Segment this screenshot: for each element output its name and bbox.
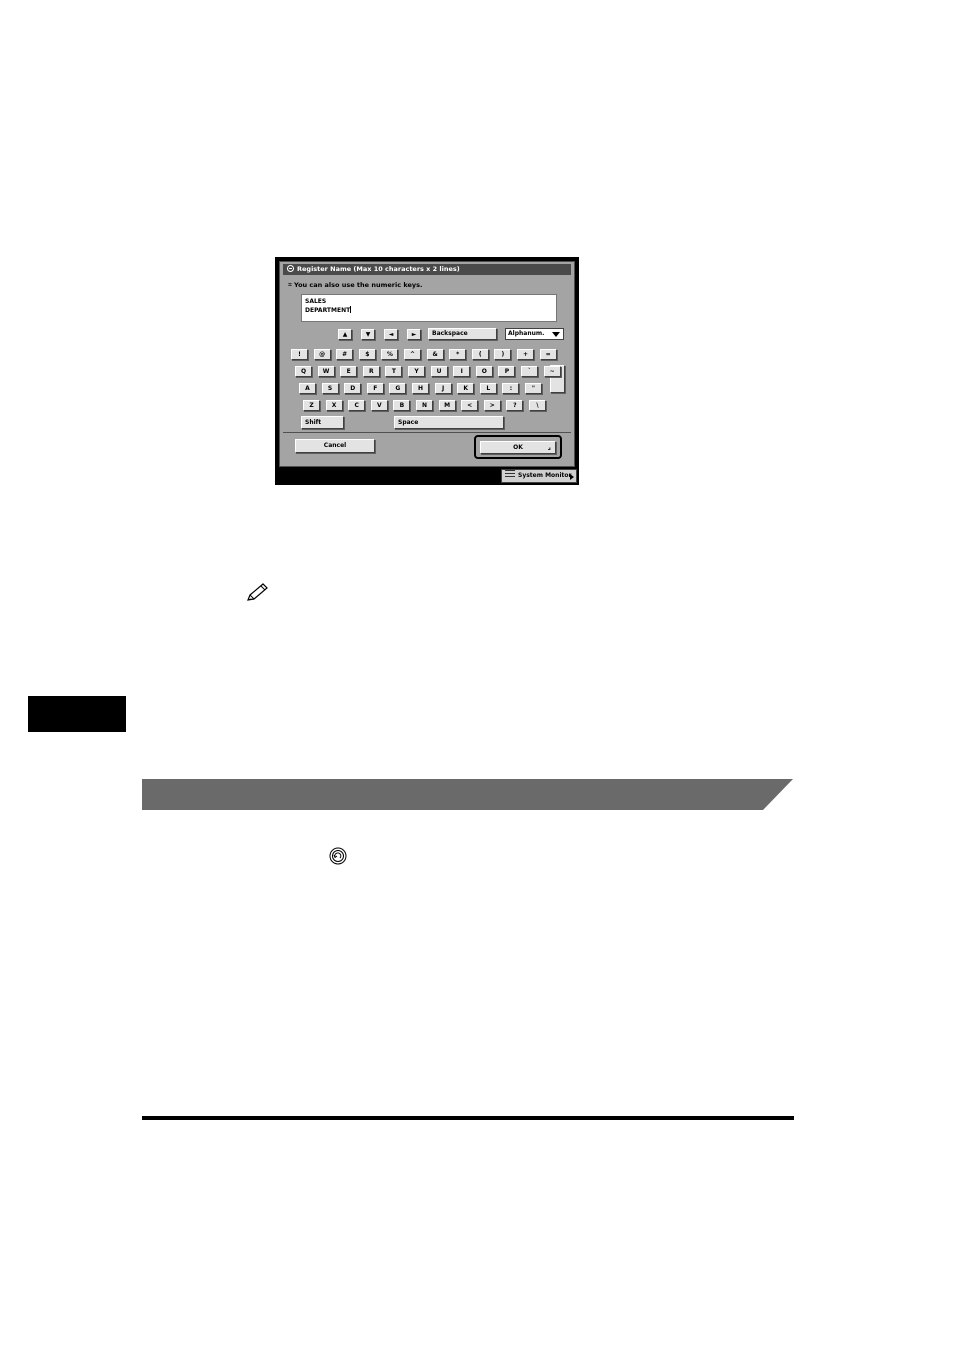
- cursor-right-button[interactable]: ►: [407, 329, 421, 340]
- hint-text: ⌗ You can also use the numeric keys.: [288, 281, 422, 290]
- key-0-8[interactable]: (: [471, 349, 489, 360]
- register-name-dialog: Register Name (Max 10 characters x 2 lin…: [279, 261, 575, 467]
- key-1-11[interactable]: ~: [543, 366, 561, 377]
- space-button[interactable]: Space: [394, 416, 504, 429]
- key-0-4[interactable]: %: [381, 349, 399, 360]
- key-0-0[interactable]: !: [291, 349, 308, 360]
- register-icon: [287, 265, 294, 272]
- key-3-6[interactable]: M: [438, 400, 456, 411]
- name-line-2: DEPARTMENT: [305, 306, 553, 315]
- key-3-3[interactable]: V: [370, 400, 388, 411]
- input-mode-value: Alphanum.: [508, 330, 545, 337]
- key-1-4[interactable]: T: [385, 366, 403, 377]
- shift-button[interactable]: Shift: [301, 416, 344, 429]
- key-1-1[interactable]: W: [317, 366, 335, 377]
- key-2-1[interactable]: S: [321, 383, 339, 394]
- ok-label: OK: [513, 444, 523, 451]
- monitor-lines-icon: [505, 470, 515, 477]
- ok-button-highlight: OK ⌟: [474, 435, 562, 459]
- key-2-4[interactable]: G: [389, 383, 407, 394]
- key-0-6[interactable]: &: [426, 349, 444, 360]
- ok-button[interactable]: OK ⌟: [480, 441, 556, 454]
- key-3-1[interactable]: X: [325, 400, 343, 411]
- key-0-2[interactable]: #: [336, 349, 354, 360]
- cursor-left-button[interactable]: ◄: [384, 329, 398, 340]
- chapter-side-tab: [28, 696, 126, 732]
- key-2-2[interactable]: D: [344, 383, 362, 394]
- input-mode-select[interactable]: Alphanum.: [505, 328, 564, 340]
- pencil-note-icon: [247, 583, 268, 601]
- cancel-button[interactable]: Cancel: [295, 439, 375, 453]
- key-1-5[interactable]: Y: [408, 366, 425, 377]
- key-2-3[interactable]: F: [366, 383, 384, 394]
- key-0-10[interactable]: +: [517, 349, 534, 360]
- hint-label: You can also use the numeric keys.: [293, 281, 423, 289]
- key-1-9[interactable]: P: [498, 366, 516, 377]
- chevron-right-icon: [570, 474, 574, 480]
- key-1-0[interactable]: Q: [295, 366, 312, 377]
- key-2-9[interactable]: :: [502, 383, 520, 394]
- key-0-9[interactable]: ): [494, 349, 512, 360]
- key-0-5[interactable]: ^: [404, 349, 421, 360]
- system-monitor-button[interactable]: System Monitor: [501, 469, 577, 483]
- key-3-2[interactable]: C: [348, 400, 366, 411]
- backspace-button[interactable]: Backspace: [428, 328, 497, 340]
- device-screen: Register Name (Max 10 characters x 2 lin…: [275, 257, 579, 485]
- key-3-9[interactable]: ?: [506, 400, 524, 411]
- key-3-7[interactable]: <: [461, 400, 479, 411]
- key-2-5[interactable]: H: [412, 383, 429, 394]
- key-1-7[interactable]: I: [453, 366, 471, 377]
- key-2-7[interactable]: K: [457, 383, 475, 394]
- section-end-rule: [142, 1116, 794, 1120]
- reset-key-icon: [329, 847, 347, 865]
- cursor-up-button[interactable]: ▲: [338, 329, 352, 340]
- key-2-0[interactable]: A: [299, 383, 316, 394]
- key-1-10[interactable]: `: [521, 366, 538, 377]
- key-1-8[interactable]: O: [475, 366, 493, 377]
- dialog-title-bar: Register Name (Max 10 characters x 2 lin…: [283, 264, 571, 275]
- key-3-4[interactable]: B: [393, 400, 411, 411]
- key-2-8[interactable]: L: [479, 383, 497, 394]
- key-1-2[interactable]: E: [340, 366, 358, 377]
- text-caret: [350, 306, 352, 313]
- key-0-11[interactable]: =: [539, 349, 557, 360]
- key-1-3[interactable]: R: [362, 366, 380, 377]
- key-1-6[interactable]: U: [430, 366, 448, 377]
- key-3-10[interactable]: \: [529, 400, 546, 411]
- name-line-2-text: DEPARTMENT: [305, 307, 351, 314]
- cursor-down-button[interactable]: ▼: [361, 329, 375, 340]
- key-0-3[interactable]: $: [358, 349, 376, 360]
- key-0-7[interactable]: *: [449, 349, 467, 360]
- section-heading-band: [142, 779, 793, 810]
- key-2-6[interactable]: J: [434, 383, 452, 394]
- key-2-10[interactable]: ": [525, 383, 542, 394]
- dialog-title: Register Name (Max 10 characters x 2 lin…: [297, 265, 460, 273]
- chevron-down-icon: [552, 332, 560, 337]
- key-3-5[interactable]: N: [416, 400, 433, 411]
- key-3-8[interactable]: >: [483, 400, 501, 411]
- key-0-1[interactable]: @: [313, 349, 331, 360]
- return-icon: ⌟: [547, 443, 551, 451]
- system-monitor-label: System Monitor: [518, 472, 572, 479]
- name-line-1: SALES: [305, 298, 327, 305]
- name-input[interactable]: SALES DEPARTMENT: [301, 294, 557, 322]
- numeric-keys-icon: ⌗: [288, 281, 292, 289]
- key-3-0[interactable]: Z: [303, 400, 320, 411]
